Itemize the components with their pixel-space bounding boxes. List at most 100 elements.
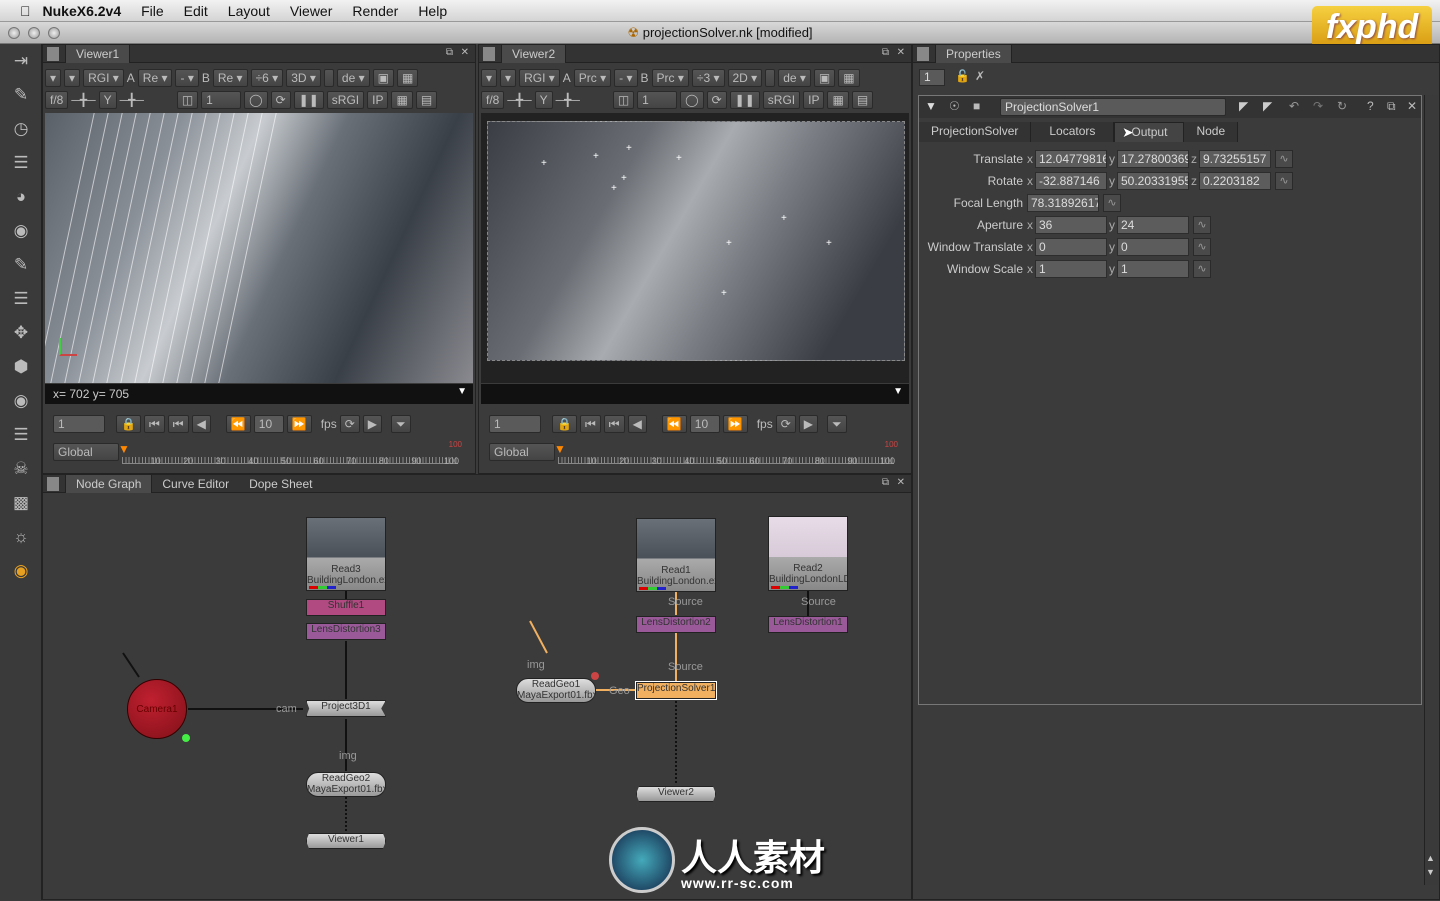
- other-icon[interactable]: ▩: [0, 486, 42, 520]
- channel-dropdown[interactable]: ▾: [500, 69, 517, 87]
- lut-dropdown[interactable]: de ▾: [778, 69, 811, 87]
- param-z-input[interactable]: 0.2203182: [1199, 172, 1271, 190]
- loop-icon[interactable]: ⟳: [339, 415, 360, 433]
- gamma-slider[interactable]: ─╋─: [556, 93, 580, 107]
- zoom-icon[interactable]: ◯: [244, 91, 268, 109]
- node-camera-icon[interactable]: ■: [973, 99, 980, 113]
- menu-edit[interactable]: Edit: [184, 3, 208, 19]
- composite-dropdown[interactable]: - ▾: [175, 69, 199, 87]
- gain-slider[interactable]: ─╋─: [507, 93, 531, 107]
- node-project3d1[interactable]: Project3D1: [306, 700, 386, 717]
- layer-dropdown[interactable]: ▾: [481, 69, 498, 87]
- close-icon[interactable]: ✕: [1407, 99, 1417, 113]
- input-process-button[interactable]: IP: [367, 91, 389, 109]
- paint-icon[interactable]: ✎: [0, 78, 42, 112]
- input-b-dropdown[interactable]: Re ▾: [212, 69, 248, 87]
- fast-forward-icon[interactable]: ⏩: [286, 415, 312, 433]
- range-dropdown[interactable]: Global: [489, 443, 555, 461]
- node-lensdistortion1[interactable]: LensDistortion1: [768, 616, 848, 633]
- viewer-input-dropdown[interactable]: 1: [201, 91, 242, 109]
- apple-icon[interactable]: : [20, 3, 31, 19]
- fps-input[interactable]: 10: [689, 415, 720, 433]
- camera-icon[interactable]: [323, 69, 334, 87]
- animation-curve-icon[interactable]: ∿: [1193, 238, 1211, 256]
- loop-icon[interactable]: ⟳: [775, 415, 796, 433]
- play-backward-icon[interactable]: ◀: [191, 415, 211, 433]
- locator-marker[interactable]: +: [611, 183, 617, 194]
- views-icon[interactable]: ◉: [0, 384, 42, 418]
- filter-icon[interactable]: ◉: [0, 214, 42, 248]
- viewer-image[interactable]: + + + + + + + + + +: [481, 113, 909, 383]
- info-dropdown-icon[interactable]: ▼: [457, 386, 467, 397]
- gamma-button[interactable]: Y: [98, 91, 117, 109]
- lock-icon[interactable]: 🔒: [552, 415, 577, 433]
- frame-input[interactable]: 1: [53, 415, 105, 433]
- tab-viewer2[interactable]: Viewer2: [501, 44, 567, 63]
- rgb-dropdown[interactable]: RGI ▾: [83, 69, 124, 87]
- param-y-input[interactable]: 0: [1117, 238, 1189, 256]
- app-name[interactable]: NukeX6.2v4: [43, 3, 122, 19]
- close-window-button[interactable]: [8, 27, 20, 39]
- transform-move-icon[interactable]: ✥: [0, 316, 42, 350]
- first-frame-icon[interactable]: ⏮: [579, 415, 601, 433]
- float-icon[interactable]: ⧉: [1387, 99, 1396, 114]
- forward-icon[interactable]: ↷: [1313, 99, 1323, 113]
- node-readgeo2[interactable]: ReadGeo2 MayaExport01.fbx: [306, 772, 386, 797]
- locator-marker[interactable]: +: [541, 158, 547, 169]
- layer-dropdown[interactable]: ▾: [45, 69, 62, 87]
- info-dropdown-icon[interactable]: ▼: [893, 386, 903, 397]
- fullframe-icon[interactable]: ▦: [838, 69, 860, 87]
- animation-curve-icon[interactable]: ∿: [1193, 216, 1211, 234]
- lock-icon[interactable]: 🔒: [116, 415, 141, 433]
- node-projectionsolver1[interactable]: ProjectionSolver1: [635, 681, 717, 700]
- collapse-icon[interactable]: ▼: [925, 99, 937, 113]
- scrollbar[interactable]: [1424, 95, 1438, 885]
- node-viewer2[interactable]: Viewer2: [636, 786, 716, 802]
- panel-grip[interactable]: [917, 46, 929, 61]
- furnace-icon[interactable]: ☼: [0, 520, 42, 554]
- fast-forward-icon[interactable]: ⏩: [722, 415, 748, 433]
- colorspace-dropdown[interactable]: sRGI: [326, 91, 365, 109]
- clear-panels-icon[interactable]: ✗: [975, 69, 985, 83]
- param-z-input[interactable]: 9.73255157: [1199, 150, 1271, 168]
- overlay-icon[interactable]: ▦: [391, 91, 413, 109]
- zoom-icon[interactable]: ◯: [680, 91, 704, 109]
- animation-curve-icon[interactable]: ∿: [1275, 172, 1293, 190]
- param-y-input[interactable]: 24: [1117, 216, 1189, 234]
- scroll-down-icon[interactable]: ▼: [1426, 867, 1435, 877]
- gamma-slider[interactable]: ─╋─: [120, 93, 144, 107]
- panel-grip[interactable]: [47, 46, 59, 61]
- param-x-input[interactable]: -32.887146: [1035, 172, 1107, 190]
- merge-icon[interactable]: ☰: [0, 282, 42, 316]
- pause-icon[interactable]: ❚❚: [729, 91, 760, 109]
- revert-icon[interactable]: ↶: [1289, 99, 1299, 113]
- channel-icon[interactable]: ☰: [0, 146, 42, 180]
- frame-input[interactable]: 1: [489, 415, 541, 433]
- view-mode-dropdown[interactable]: 2D ▾: [727, 69, 763, 87]
- node-camera1[interactable]: Camera1: [127, 679, 187, 739]
- play-backward-icon[interactable]: ◀: [627, 415, 647, 433]
- metadata-icon[interactable]: ☰: [0, 418, 42, 452]
- first-frame-icon[interactable]: ⏮: [143, 415, 165, 433]
- param-value-input[interactable]: 78.31892617: [1027, 194, 1099, 212]
- float-panel-icon[interactable]: ⧉: [446, 47, 453, 58]
- node-lensdistortion2[interactable]: LensDistortion2: [636, 616, 716, 633]
- lut-dropdown[interactable]: de ▾: [336, 69, 370, 87]
- time-icon[interactable]: ◷: [0, 112, 42, 146]
- timeline-slider[interactable]: ▼ 100 10 20 30 40 50 60 70 80 90 100: [118, 440, 462, 466]
- skip-icon[interactable]: ⏷: [827, 415, 847, 433]
- composite-dropdown[interactable]: - ▾: [614, 69, 638, 87]
- prev-keyframe-icon[interactable]: ⏮: [167, 415, 189, 433]
- help-icon[interactable]: ?: [1367, 99, 1374, 113]
- menu-layout[interactable]: Layout: [228, 3, 270, 19]
- tab-locators[interactable]: Locators: [1031, 122, 1115, 142]
- prev-keyframe-icon[interactable]: ⏮: [603, 415, 625, 433]
- locator-marker[interactable]: +: [621, 173, 627, 184]
- rewind-icon[interactable]: ⏪: [661, 415, 687, 433]
- node-color-icon[interactable]: ☉: [949, 99, 960, 113]
- node-shuffle1[interactable]: Shuffle1: [306, 599, 386, 616]
- animation-curve-icon[interactable]: ∿: [1103, 194, 1121, 212]
- refresh-icon[interactable]: ⟳: [270, 91, 291, 109]
- locator-marker[interactable]: +: [593, 151, 599, 162]
- flipbook-icon[interactable]: ▶: [362, 415, 383, 433]
